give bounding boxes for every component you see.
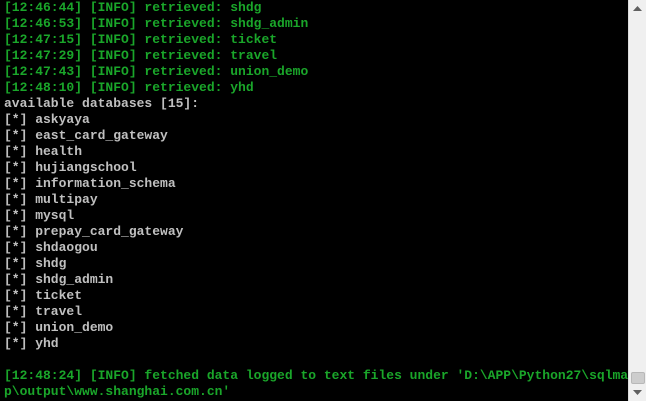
database-item: [*] multipay: [4, 192, 98, 207]
database-item: [*] askyaya: [4, 112, 90, 127]
log-line: [12:47:15] [INFO] retrieved: ticket: [4, 32, 278, 47]
scroll-down-arrow-icon[interactable]: [629, 384, 646, 401]
database-item: [*] hujiangschool: [4, 160, 137, 175]
database-item: [*] yhd: [4, 336, 59, 351]
database-item: [*] travel: [4, 304, 83, 319]
scrollbar-thumb[interactable]: [631, 372, 645, 384]
vertical-scrollbar[interactable]: [628, 0, 646, 401]
console-output[interactable]: [12:46:44] [INFO] retrieved: shdg [12:46…: [0, 0, 628, 401]
database-item: [*] information_schema: [4, 176, 176, 191]
database-item: [*] ticket: [4, 288, 83, 303]
footer-log-line-continued: p\output\www.shanghai.com.cn': [4, 384, 231, 399]
database-item: [*] shdg: [4, 256, 67, 271]
database-item: [*] health: [4, 144, 83, 159]
footer-log-line: [12:48:24] [INFO] fetched data logged to…: [4, 368, 628, 383]
terminal-window: [12:46:44] [INFO] retrieved: shdg [12:46…: [0, 0, 646, 401]
log-line: [12:46:53] [INFO] retrieved: shdg_admin: [4, 16, 309, 31]
databases-header: available databases [15]:: [4, 96, 200, 111]
database-item: [*] prepay_card_gateway: [4, 224, 184, 239]
database-item: [*] shdg_admin: [4, 272, 114, 287]
scroll-up-arrow-icon[interactable]: [629, 0, 646, 17]
database-item: [*] shdaogou: [4, 240, 98, 255]
log-line: [12:48:10] [INFO] retrieved: yhd: [4, 80, 254, 95]
log-line: [12:47:43] [INFO] retrieved: union_demo: [4, 64, 309, 79]
database-item: [*] mysql: [4, 208, 75, 223]
log-line: [12:46:44] [INFO] retrieved: shdg: [4, 0, 262, 15]
log-line: [12:47:29] [INFO] retrieved: travel: [4, 48, 278, 63]
database-item: [*] east_card_gateway: [4, 128, 168, 143]
database-item: [*] union_demo: [4, 320, 114, 335]
